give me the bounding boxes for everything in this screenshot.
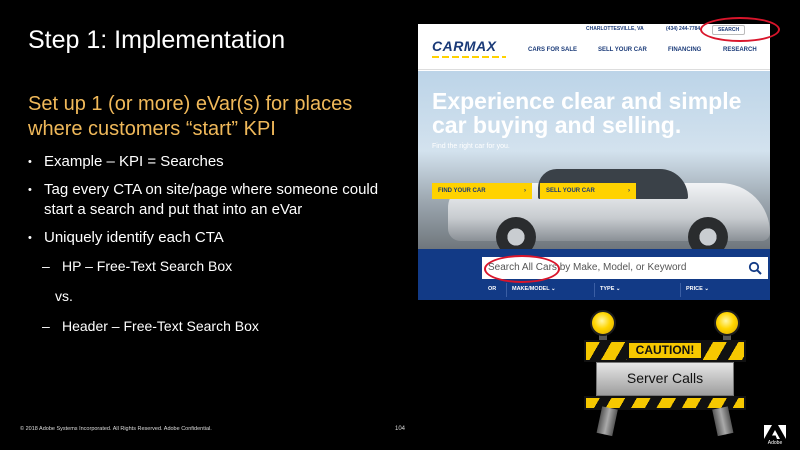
highlight-oval-header-search <box>700 17 780 42</box>
carmax-logo[interactable]: CARMAX <box>432 38 496 54</box>
caution-barricade: CAUTION! Server Calls <box>580 310 750 437</box>
logo-dash-decoration <box>432 56 506 58</box>
filter-divider <box>506 283 507 297</box>
filter-divider <box>680 283 681 297</box>
dash-marker: – <box>42 318 50 334</box>
warning-light-icon <box>590 310 616 336</box>
nav-cars-for-sale[interactable]: CARS FOR SALE <box>528 47 577 53</box>
phone-link[interactable]: (434) 244-7784 <box>666 26 700 32</box>
sub-bullet-hp-search: – HP – Free-Text Search Box <box>28 256 388 276</box>
filter-price[interactable]: PRICE ⌄ <box>686 286 709 292</box>
highlight-oval-hp-search <box>484 255 560 283</box>
find-your-car-button[interactable]: FIND YOUR CAR › <box>432 183 532 199</box>
bullet-example: Example – KPI = Searches <box>28 152 388 172</box>
sell-your-car-button[interactable]: SELL YOUR CAR › <box>540 183 636 199</box>
sub-bullet-text: Header – Free-Text Search Box <box>62 318 259 334</box>
caution-label: CAUTION! <box>627 341 703 360</box>
slide-heading: Set up 1 (or more) eVar(s) for places wh… <box>28 93 353 140</box>
find-your-car-label: FIND YOUR CAR <box>438 188 486 194</box>
hero-banner: Experience clear and simple car buying a… <box>418 71 770 257</box>
sub-bullet-header-search: – Header – Free-Text Search Box <box>28 316 388 336</box>
location-link[interactable]: CHARLOTTESVILLE, VA <box>586 26 644 32</box>
bullet-identify-cta: Uniquely identify each CTA <box>28 228 388 248</box>
vs-text: vs. <box>55 288 73 304</box>
copyright-footer: © 2018 Adobe Systems Incorporated. All R… <box>20 426 212 432</box>
filter-divider <box>594 283 595 297</box>
adobe-logo: Adobe <box>764 425 786 446</box>
filter-type[interactable]: TYPE ⌄ <box>600 286 621 292</box>
barricade-leg <box>596 406 618 437</box>
adobe-logo-icon <box>764 425 786 439</box>
adobe-logo-text: Adobe <box>767 440 783 446</box>
search-icon[interactable] <box>748 261 762 275</box>
carmax-screenshot: CHARLOTTESVILLE, VA (434) 244-7784 SEARC… <box>418 24 770 300</box>
warning-light-icon <box>714 310 740 336</box>
barricade-leg <box>712 406 734 437</box>
chevron-right-icon: › <box>524 188 526 194</box>
filter-or: OR <box>488 286 497 292</box>
bullet-list: Example – KPI = Searches Tag every CTA o… <box>28 152 388 346</box>
slide-title: Step 1: Implementation <box>28 26 286 54</box>
page-number: 104 <box>395 426 406 432</box>
sub-bullet-text: HP – Free-Text Search Box <box>62 258 233 274</box>
dash-marker: – <box>42 258 50 274</box>
bullet-tag-cta: Tag every CTA on site/page where someone… <box>28 180 388 220</box>
search-panel: Search All Cars by Make, Model, or Keywo… <box>418 249 770 300</box>
hero-subtitle: Find the right car for you. <box>432 143 510 150</box>
chevron-right-icon: › <box>628 188 630 194</box>
nav-sell-your-car[interactable]: SELL YOUR CAR <box>598 47 647 53</box>
nav-financing[interactable]: FINANCING <box>668 47 701 53</box>
sell-your-car-label: SELL YOUR CAR <box>546 188 595 194</box>
nav-research[interactable]: RESEARCH <box>723 47 757 53</box>
server-calls-label: Server Calls <box>626 370 704 386</box>
hero-headline: Experience clear and simple car buying a… <box>432 88 742 138</box>
filter-make-model[interactable]: MAKE/MODEL ⌄ <box>512 286 556 292</box>
